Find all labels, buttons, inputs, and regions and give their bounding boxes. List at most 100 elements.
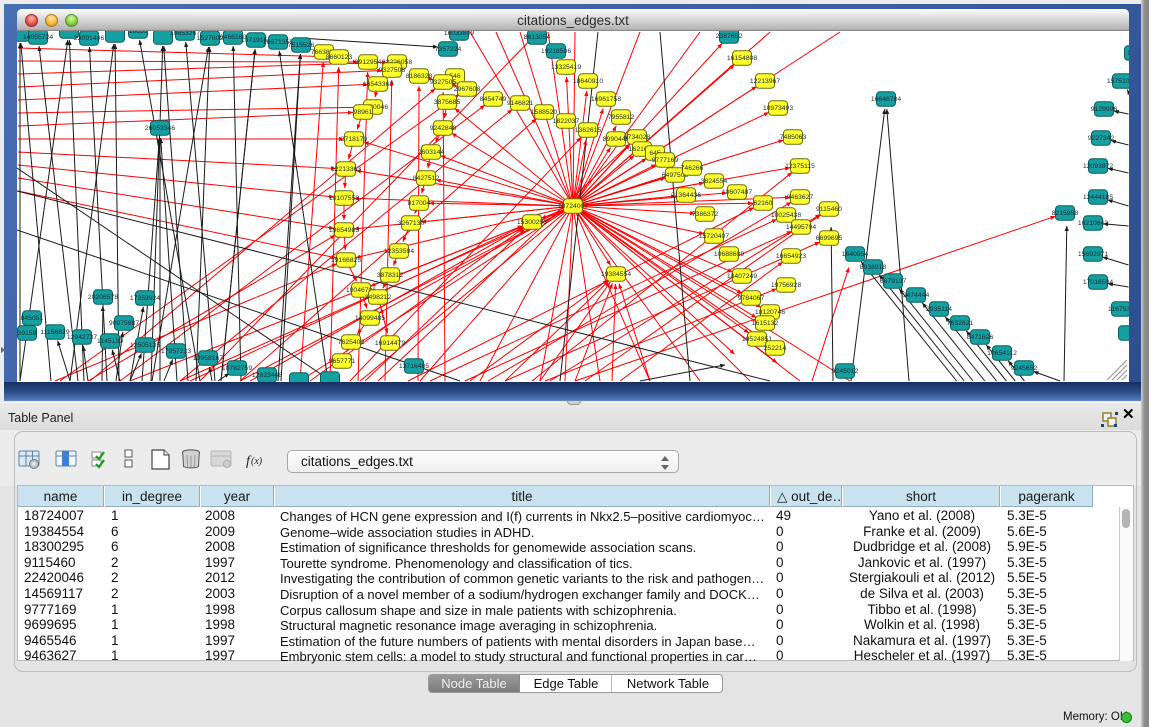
svg-text:62160: 62160 bbox=[754, 200, 773, 207]
svg-text:15720407: 15720407 bbox=[699, 233, 729, 240]
svg-text:90975887: 90975887 bbox=[109, 320, 139, 327]
svg-text:16914479: 16914479 bbox=[375, 340, 405, 347]
svg-text:8186328: 8186328 bbox=[406, 73, 433, 80]
svg-text:1117: 1117 bbox=[1127, 50, 1129, 57]
svg-text:9784067: 9784067 bbox=[738, 295, 765, 302]
svg-text:18120746: 18120746 bbox=[755, 309, 785, 316]
svg-text:12942737: 12942737 bbox=[67, 334, 97, 341]
svg-text:3267130: 3267130 bbox=[398, 220, 425, 227]
svg-text:20206578: 20206578 bbox=[88, 294, 118, 301]
svg-text:3498212: 3498212 bbox=[365, 294, 392, 301]
svg-text:817004: 817004 bbox=[408, 200, 431, 207]
svg-text:19166825: 19166825 bbox=[331, 257, 361, 264]
svg-text:21364436: 21364436 bbox=[671, 192, 701, 199]
svg-text:8912954: 8912954 bbox=[355, 59, 382, 66]
svg-text:7515526: 7515526 bbox=[288, 42, 315, 49]
svg-text:14495794: 14495794 bbox=[786, 224, 816, 231]
svg-text:9242848: 9242848 bbox=[430, 125, 457, 132]
svg-text:16154808: 16154808 bbox=[727, 55, 757, 62]
svg-text:10973493: 10973493 bbox=[763, 105, 793, 112]
svg-text:18407249: 18407249 bbox=[727, 273, 757, 280]
svg-text:15692971: 15692971 bbox=[1078, 251, 1108, 258]
svg-text:8427512: 8427512 bbox=[413, 175, 440, 182]
svg-text:16648784: 16648784 bbox=[871, 96, 901, 103]
svg-text:16033809: 16033809 bbox=[444, 31, 474, 37]
svg-text:16210643: 16210643 bbox=[1078, 220, 1108, 227]
svg-text:7485063: 7485063 bbox=[780, 134, 807, 141]
svg-text:12093872: 12093872 bbox=[1083, 163, 1113, 170]
svg-text:1640954: 1640954 bbox=[842, 251, 869, 258]
svg-text:1588520: 1588520 bbox=[531, 109, 558, 116]
svg-text:10025438: 10025438 bbox=[771, 212, 801, 219]
svg-text:26053346: 26053346 bbox=[145, 125, 175, 132]
svg-text:19654983: 19654983 bbox=[329, 227, 359, 234]
svg-text:8660123: 8660123 bbox=[326, 54, 353, 61]
svg-text:17016504: 17016504 bbox=[1083, 279, 1113, 286]
svg-text:13325419: 13325419 bbox=[551, 64, 581, 71]
svg-text:3878312: 3878312 bbox=[377, 272, 404, 279]
svg-text:9227342: 9227342 bbox=[1088, 135, 1115, 142]
svg-text:12213363: 12213363 bbox=[331, 166, 361, 173]
svg-text:6879197: 6879197 bbox=[880, 278, 907, 285]
svg-text:16543362: 16543362 bbox=[363, 81, 393, 88]
svg-text:9245652: 9245652 bbox=[1011, 365, 1038, 372]
svg-text:16654923: 16654923 bbox=[776, 253, 806, 260]
svg-text:14055724: 14055724 bbox=[23, 34, 53, 41]
svg-text:6699695: 6699695 bbox=[816, 235, 843, 242]
svg-text:19384554: 19384554 bbox=[601, 271, 631, 278]
svg-text:10107553: 10107553 bbox=[329, 195, 359, 202]
svg-text:6734028: 6734028 bbox=[624, 134, 651, 141]
svg-text:7632621: 7632621 bbox=[947, 320, 974, 327]
svg-text:17359924: 17359924 bbox=[130, 295, 160, 302]
svg-text:2603144: 2603144 bbox=[418, 149, 445, 156]
svg-text:18640910: 18640910 bbox=[573, 78, 603, 85]
svg-text:10653267: 10653267 bbox=[170, 31, 200, 37]
svg-text:8471626: 8471626 bbox=[967, 334, 994, 341]
svg-text:12375115: 12375115 bbox=[785, 163, 815, 170]
svg-text:17957223: 17957223 bbox=[161, 348, 191, 355]
svg-text:9777169: 9777169 bbox=[652, 157, 679, 164]
svg-text:9474444: 9474444 bbox=[903, 292, 930, 299]
svg-text:18724007: 18724007 bbox=[558, 203, 588, 210]
svg-text:12505135: 12505135 bbox=[130, 342, 160, 349]
svg-text:7955812: 7955812 bbox=[608, 114, 635, 121]
svg-text:8454749: 8454749 bbox=[480, 96, 507, 103]
svg-text:9657771: 9657771 bbox=[329, 358, 356, 365]
svg-text:252214: 252214 bbox=[764, 345, 787, 352]
svg-text:9327505: 9327505 bbox=[430, 79, 457, 86]
svg-text:10607487: 10607487 bbox=[722, 189, 752, 196]
svg-text:12353594: 12353594 bbox=[384, 248, 414, 255]
svg-text:10782759: 10782759 bbox=[222, 365, 252, 372]
svg-text:2387652: 2387652 bbox=[716, 33, 743, 40]
svg-text:39159: 39159 bbox=[18, 330, 37, 337]
svg-text:9115460: 9115460 bbox=[816, 206, 842, 213]
svg-text:1167533: 1167533 bbox=[1108, 306, 1129, 313]
svg-text:98961: 98961 bbox=[354, 109, 373, 116]
svg-text:2967608: 2967608 bbox=[454, 86, 481, 93]
svg-text:2718170: 2718170 bbox=[341, 136, 368, 143]
svg-text:11156829: 11156829 bbox=[40, 329, 69, 336]
svg-text:14099485: 14099485 bbox=[355, 315, 385, 322]
svg-text:23091406: 23091406 bbox=[74, 35, 104, 42]
svg-text:(x): (x) bbox=[251, 456, 263, 467]
svg-text:3875685: 3875685 bbox=[434, 99, 461, 106]
svg-text:12213967: 12213967 bbox=[750, 78, 780, 85]
svg-text:9463627: 9463627 bbox=[787, 194, 814, 201]
svg-text:9129996: 9129996 bbox=[1091, 106, 1118, 113]
svg-text:16651: 16651 bbox=[129, 31, 148, 35]
svg-text:1362615: 1362615 bbox=[575, 127, 602, 134]
svg-text:15751074: 15751074 bbox=[1107, 78, 1129, 85]
svg-text:7357224: 7357224 bbox=[435, 46, 462, 53]
svg-text:13716485: 13716485 bbox=[399, 363, 429, 370]
svg-text:12823448: 12823448 bbox=[252, 372, 282, 379]
svg-text:15300293: 15300293 bbox=[517, 219, 547, 226]
svg-text:7625402: 7625402 bbox=[338, 339, 365, 346]
svg-text:7386372: 7386372 bbox=[692, 211, 719, 218]
svg-text:746266: 746266 bbox=[681, 165, 704, 172]
svg-text:9146821: 9146821 bbox=[507, 100, 534, 107]
svg-text:845051: 845051 bbox=[21, 315, 44, 322]
svg-text:1615132: 1615132 bbox=[752, 320, 779, 327]
svg-text:10688609: 10688609 bbox=[714, 251, 744, 258]
svg-text:3824554: 3824554 bbox=[701, 178, 728, 185]
svg-text:12444185: 12444185 bbox=[1083, 194, 1113, 201]
